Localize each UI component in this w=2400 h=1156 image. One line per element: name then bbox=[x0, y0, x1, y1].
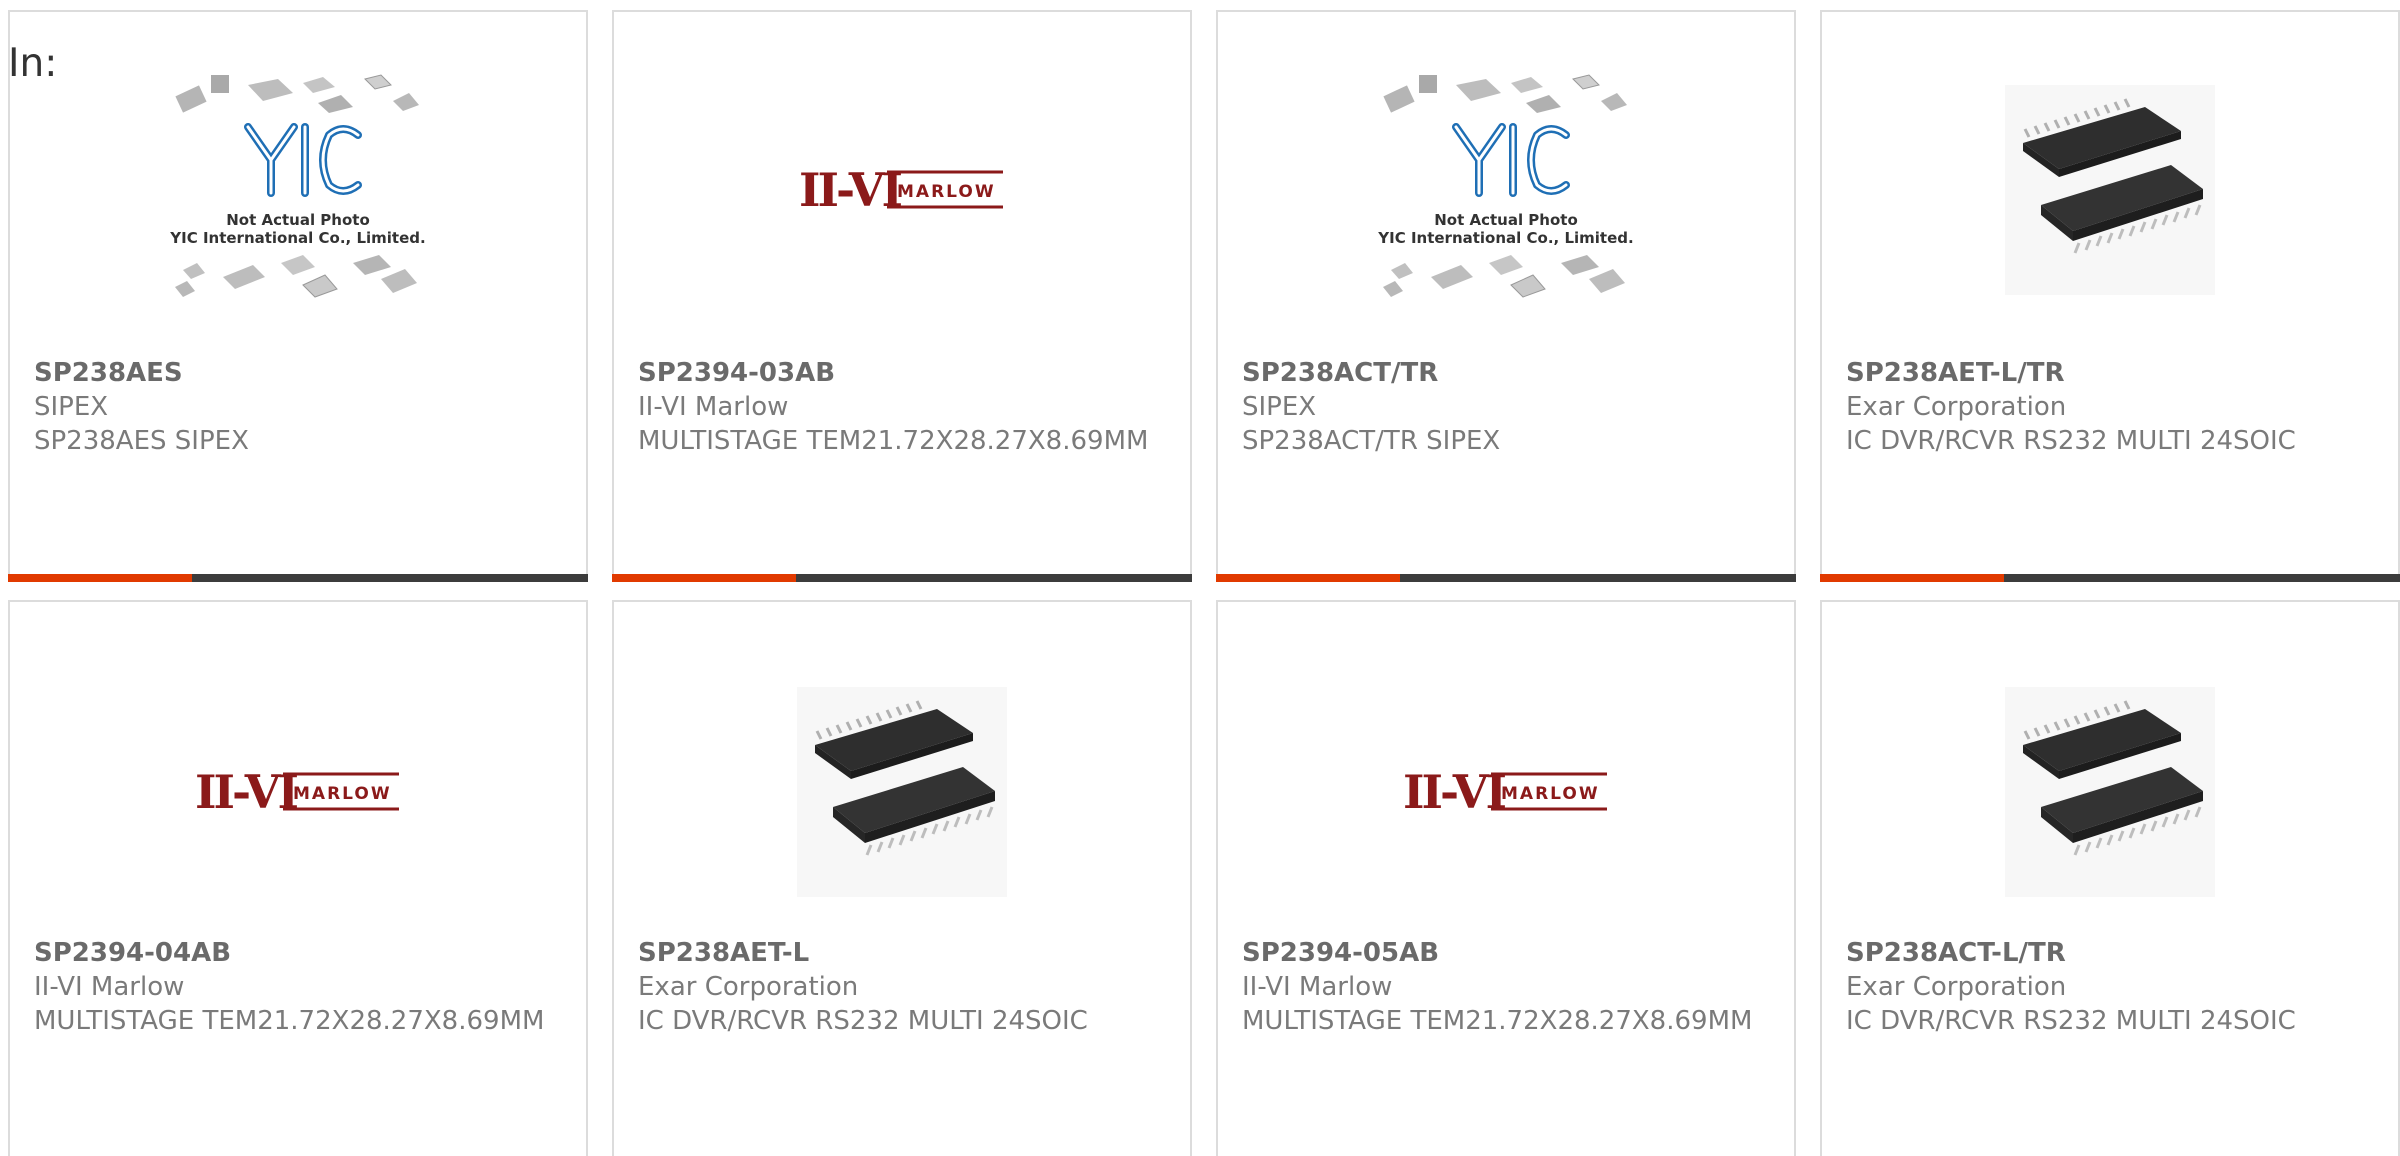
product-card[interactable]: SP238AET-L/TR Exar Corporation IC DVR/RCVR… bbox=[1820, 10, 2400, 582]
soic-chip-image bbox=[2005, 687, 2215, 897]
part-number-link[interactable]: SP238AET-L bbox=[638, 936, 1170, 970]
yic-placeholder-image: Not Actual Photo YIC International Co., … bbox=[1377, 74, 1634, 298]
image-caption-line: Not Actual Photo bbox=[226, 211, 370, 229]
manufacturer-text: II-VI Marlow bbox=[638, 392, 789, 422]
product-grid-page: In: Not Actual Photo YIC International C… bbox=[0, 0, 2400, 1156]
product-card[interactable]: II-VI MARLOW SP2394-03AB II-VI Marlow MULT… bbox=[612, 10, 1192, 582]
product-info: SP238ACT-L/TR Exar Corporation IC DVR/RCVR… bbox=[1846, 936, 2378, 1038]
logo-mark-text: II-VI bbox=[799, 163, 901, 217]
product-info: SP238ACT/TR SIPEX SP238ACT/TR SIPEX bbox=[1242, 356, 1774, 458]
logo-mark-text: II-VI bbox=[195, 765, 297, 819]
product-image[interactable] bbox=[1822, 662, 2398, 922]
product-info: SP238AES SIPEX SP238AES SIPEX bbox=[34, 356, 566, 458]
logo-mark-text: II-VI bbox=[1403, 765, 1505, 819]
card-bottom-bar bbox=[1820, 574, 2400, 582]
product-card[interactable]: SP238ACT-L/TR Exar Corporation IC DVR/RCVR… bbox=[1820, 600, 2400, 1156]
manufacturer-text: Exar Corporation bbox=[1846, 972, 2067, 1002]
product-card[interactable]: SP238AET-L Exar Corporation IC DVR/RCVR RS… bbox=[612, 600, 1192, 1156]
soic-chip-image bbox=[2005, 85, 2215, 295]
product-info: SP2394-04AB II-VI Marlow MULTISTAGE TEM21.… bbox=[34, 936, 566, 1038]
product-info: SP238AET-L/TR Exar Corporation IC DVR/RCVR… bbox=[1846, 356, 2378, 458]
product-info: SP238AET-L Exar Corporation IC DVR/RCVR RS… bbox=[638, 936, 1170, 1038]
soic-chip-image bbox=[797, 687, 1007, 897]
description-text: MULTISTAGE TEM21.72X28.27X8.69MM bbox=[638, 426, 1149, 456]
product-info: SP2394-05AB II-VI Marlow MULTISTAGE TEM21.… bbox=[1242, 936, 1774, 1038]
product-image[interactable]: Not Actual Photo YIC International Co., … bbox=[10, 60, 586, 320]
image-caption-line: YIC International Co., Limited. bbox=[1377, 229, 1633, 247]
description-text: IC DVR/RCVR RS232 MULTI 24SOIC bbox=[1846, 426, 2296, 456]
product-image[interactable]: II-VI MARLOW bbox=[1218, 662, 1794, 922]
in-label: In: bbox=[8, 41, 58, 86]
card-bottom-bar bbox=[612, 574, 1192, 582]
card-accent-bar bbox=[1820, 574, 2004, 582]
product-card[interactable]: Not Actual Photo YIC International Co., … bbox=[1216, 10, 1796, 582]
card-accent-bar bbox=[1216, 574, 1400, 582]
product-card[interactable]: Not Actual Photo YIC International Co., … bbox=[8, 10, 588, 582]
image-caption-line: Not Actual Photo bbox=[1434, 211, 1578, 229]
product-card[interactable]: II-VI MARLOW SP2394-04AB II-VI Marlow MULT… bbox=[8, 600, 588, 1156]
marlow-logo-image: II-VI MARLOW bbox=[799, 163, 1003, 217]
manufacturer-text: Exar Corporation bbox=[1846, 392, 2067, 422]
product-info: SP2394-03AB II-VI Marlow MULTISTAGE TEM21.… bbox=[638, 356, 1170, 458]
manufacturer-text: II-VI Marlow bbox=[34, 972, 185, 1002]
image-caption-line: YIC International Co., Limited. bbox=[169, 229, 425, 247]
product-image[interactable]: Not Actual Photo YIC International Co., … bbox=[1218, 60, 1794, 320]
description-text: MULTISTAGE TEM21.72X28.27X8.69MM bbox=[34, 1006, 545, 1036]
description-text: SP238AES SIPEX bbox=[34, 426, 249, 456]
description-text: MULTISTAGE TEM21.72X28.27X8.69MM bbox=[1242, 1006, 1753, 1036]
logo-word-text: MARLOW bbox=[1501, 784, 1600, 804]
part-number-link[interactable]: SP2394-05AB bbox=[1242, 936, 1774, 970]
description-text: IC DVR/RCVR RS232 MULTI 24SOIC bbox=[1846, 1006, 2296, 1036]
product-image[interactable]: II-VI MARLOW bbox=[10, 662, 586, 922]
logo-word-text: MARLOW bbox=[293, 784, 392, 804]
part-number-link[interactable]: SP2394-04AB bbox=[34, 936, 566, 970]
yic-placeholder-image: Not Actual Photo YIC International Co., … bbox=[169, 74, 426, 298]
marlow-logo-image: II-VI MARLOW bbox=[195, 765, 399, 819]
part-number-link[interactable]: SP238ACT/TR bbox=[1242, 356, 1774, 390]
product-card[interactable]: II-VI MARLOW SP2394-05AB II-VI Marlow MULT… bbox=[1216, 600, 1796, 1156]
part-number-link[interactable]: SP2394-03AB bbox=[638, 356, 1170, 390]
manufacturer-text: SIPEX bbox=[1242, 392, 1317, 422]
description-text: IC DVR/RCVR RS232 MULTI 24SOIC bbox=[638, 1006, 1088, 1036]
card-accent-bar bbox=[612, 574, 796, 582]
manufacturer-text: Exar Corporation bbox=[638, 972, 859, 1002]
description-text: SP238ACT/TR SIPEX bbox=[1242, 426, 1501, 456]
card-accent-bar bbox=[8, 574, 192, 582]
manufacturer-text: II-VI Marlow bbox=[1242, 972, 1393, 1002]
product-image[interactable] bbox=[1822, 60, 2398, 320]
card-bottom-bar bbox=[8, 574, 588, 582]
marlow-logo-image: II-VI MARLOW bbox=[1403, 765, 1607, 819]
product-image[interactable] bbox=[614, 662, 1190, 922]
logo-word-text: MARLOW bbox=[897, 182, 996, 202]
card-bottom-bar bbox=[1216, 574, 1796, 582]
part-number-link[interactable]: SP238ACT-L/TR bbox=[1846, 936, 2378, 970]
product-image[interactable]: II-VI MARLOW bbox=[614, 60, 1190, 320]
part-number-link[interactable]: SP238AET-L/TR bbox=[1846, 356, 2378, 390]
manufacturer-text: SIPEX bbox=[34, 392, 109, 422]
part-number-link[interactable]: SP238AES bbox=[34, 356, 566, 390]
